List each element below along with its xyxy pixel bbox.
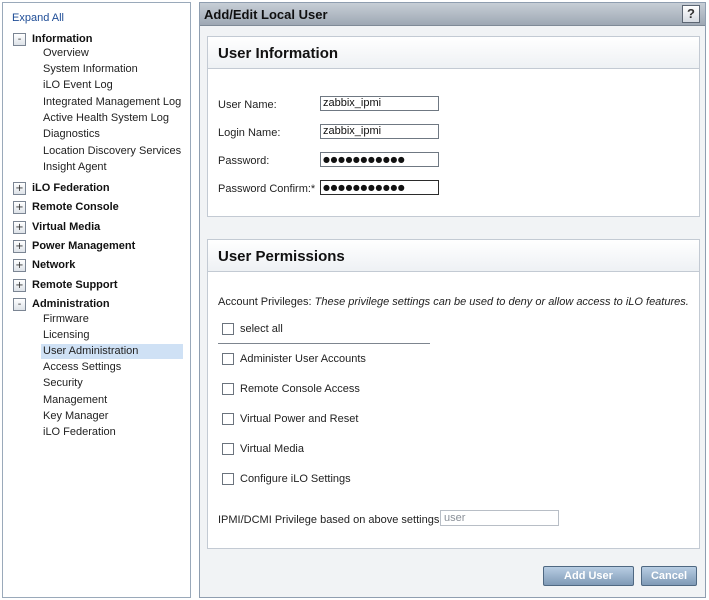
permission-row-remote-console-access[interactable]: Remote Console Access <box>222 382 360 396</box>
password-confirm-label: Password Confirm:* <box>218 183 316 195</box>
ipmi-privilege-field: user <box>440 510 559 526</box>
collapse-icon[interactable]: - <box>13 32 26 46</box>
nav-item-location-discovery-services[interactable]: Location Discovery Services <box>41 144 181 159</box>
permission-checkbox[interactable] <box>222 473 234 485</box>
account-privileges-text: Account Privileges: These privilege sett… <box>218 296 689 308</box>
nav-group-label[interactable]: iLO Federation <box>32 182 110 194</box>
nav-group-administration[interactable]: - Administration <box>13 296 110 312</box>
nav-group-label[interactable]: Network <box>32 259 75 271</box>
permission-row-configure-ilo-settings[interactable]: Configure iLO Settings <box>222 472 351 486</box>
nav-group-network[interactable]: + Network <box>13 257 75 273</box>
select-all-row[interactable]: select all <box>222 322 283 336</box>
expand-icon[interactable]: + <box>13 220 26 234</box>
expand-icon[interactable]: + <box>13 258 26 272</box>
nav-group-label[interactable]: Power Management <box>32 240 135 252</box>
permission-label[interactable]: Virtual Power and Reset <box>240 413 358 425</box>
user-name-label: User Name: <box>218 99 277 111</box>
divider <box>218 343 430 344</box>
expand-icon[interactable]: + <box>13 239 26 253</box>
section-title-user-permissions: User Permissions <box>218 248 345 265</box>
page-title: Add/Edit Local User <box>204 7 328 22</box>
nav-group-label[interactable]: Administration <box>32 298 110 310</box>
nav-group-ilo-federation[interactable]: + iLO Federation <box>13 180 110 196</box>
nav-item-ilo-federation[interactable]: iLO Federation <box>41 425 116 440</box>
permission-label[interactable]: Remote Console Access <box>240 383 360 395</box>
permission-label[interactable]: Administer User Accounts <box>240 353 366 365</box>
user-permissions-section: User Permissions Account Privileges: The… <box>207 239 700 549</box>
permission-label[interactable]: Virtual Media <box>240 443 304 455</box>
permission-row-administer-user-accounts[interactable]: Administer User Accounts <box>222 352 366 366</box>
nav-group-label[interactable]: Remote Support <box>32 279 118 291</box>
user-name-input[interactable]: zabbix_ipmi <box>320 96 439 111</box>
expand-icon[interactable]: + <box>13 181 26 195</box>
nav-group-label[interactable]: Virtual Media <box>32 221 100 233</box>
nav-item-firmware[interactable]: Firmware <box>41 312 89 327</box>
nav-group-label[interactable]: Remote Console <box>32 201 119 213</box>
permission-checkbox[interactable] <box>222 443 234 455</box>
nav-item-active-health-system-log[interactable]: Active Health System Log <box>41 111 169 126</box>
cancel-button[interactable]: Cancel <box>641 566 697 586</box>
ipmi-privilege-label: IPMI/DCMI Privilege based on above setti… <box>218 514 443 526</box>
expand-icon[interactable]: + <box>13 200 26 214</box>
permission-checkbox[interactable] <box>222 413 234 425</box>
nav-item-diagnostics[interactable]: Diagnostics <box>41 127 100 142</box>
nav-item-security[interactable]: Security <box>41 376 83 391</box>
login-name-label: Login Name: <box>218 127 281 139</box>
select-all-checkbox[interactable] <box>222 323 234 335</box>
help-icon[interactable]: ? <box>682 5 700 23</box>
panel-header: Add/Edit Local User ? <box>200 3 705 26</box>
permission-row-virtual-media[interactable]: Virtual Media <box>222 442 304 456</box>
nav-item-system-information[interactable]: System Information <box>41 62 138 77</box>
account-privileges-label: Account Privileges: <box>218 296 312 308</box>
permission-checkbox[interactable] <box>222 353 234 365</box>
nav-group-power-management[interactable]: + Power Management <box>13 238 135 254</box>
permission-row-virtual-power-and-reset[interactable]: Virtual Power and Reset <box>222 412 358 426</box>
main-panel: Add/Edit Local User ? User Information U… <box>199 2 706 598</box>
account-privileges-note: These privilege settings can be used to … <box>314 296 689 308</box>
collapse-icon[interactable]: - <box>13 297 26 311</box>
left-navigation: Expand All - Information Overview System… <box>2 2 191 598</box>
permission-label[interactable]: Configure iLO Settings <box>240 473 351 485</box>
password-confirm-input[interactable]: ●●●●●●●●●●● <box>320 180 439 195</box>
add-user-button[interactable]: Add User <box>543 566 634 586</box>
nav-item-licensing[interactable]: Licensing <box>41 328 89 343</box>
expand-icon[interactable]: + <box>13 278 26 292</box>
nav-group-remote-console[interactable]: + Remote Console <box>13 199 119 215</box>
nav-group-remote-support[interactable]: + Remote Support <box>13 277 118 293</box>
password-label: Password: <box>218 155 270 167</box>
nav-item-user-administration[interactable]: User Administration <box>41 344 183 359</box>
select-all-label[interactable]: select all <box>240 323 283 335</box>
nav-group-information[interactable]: - Information <box>13 31 93 47</box>
nav-item-access-settings[interactable]: Access Settings <box>41 360 121 375</box>
section-title-user-information: User Information <box>218 45 339 62</box>
login-name-input[interactable]: zabbix_ipmi <box>320 124 439 139</box>
user-information-section: User Information User Name: zabbix_ipmi … <box>207 36 700 217</box>
nav-item-overview[interactable]: Overview <box>41 46 89 61</box>
nav-item-management[interactable]: Management <box>41 393 107 408</box>
nav-group-label[interactable]: Information <box>32 33 93 45</box>
permission-checkbox[interactable] <box>222 383 234 395</box>
nav-item-integrated-management-log[interactable]: Integrated Management Log <box>41 95 181 110</box>
password-input[interactable]: ●●●●●●●●●●● <box>320 152 439 167</box>
nav-item-key-manager[interactable]: Key Manager <box>41 409 108 424</box>
nav-item-insight-agent[interactable]: Insight Agent <box>41 160 107 175</box>
nav-item-ilo-event-log[interactable]: iLO Event Log <box>41 78 113 93</box>
nav-group-virtual-media[interactable]: + Virtual Media <box>13 219 100 235</box>
expand-all-link[interactable]: Expand All <box>12 12 64 24</box>
